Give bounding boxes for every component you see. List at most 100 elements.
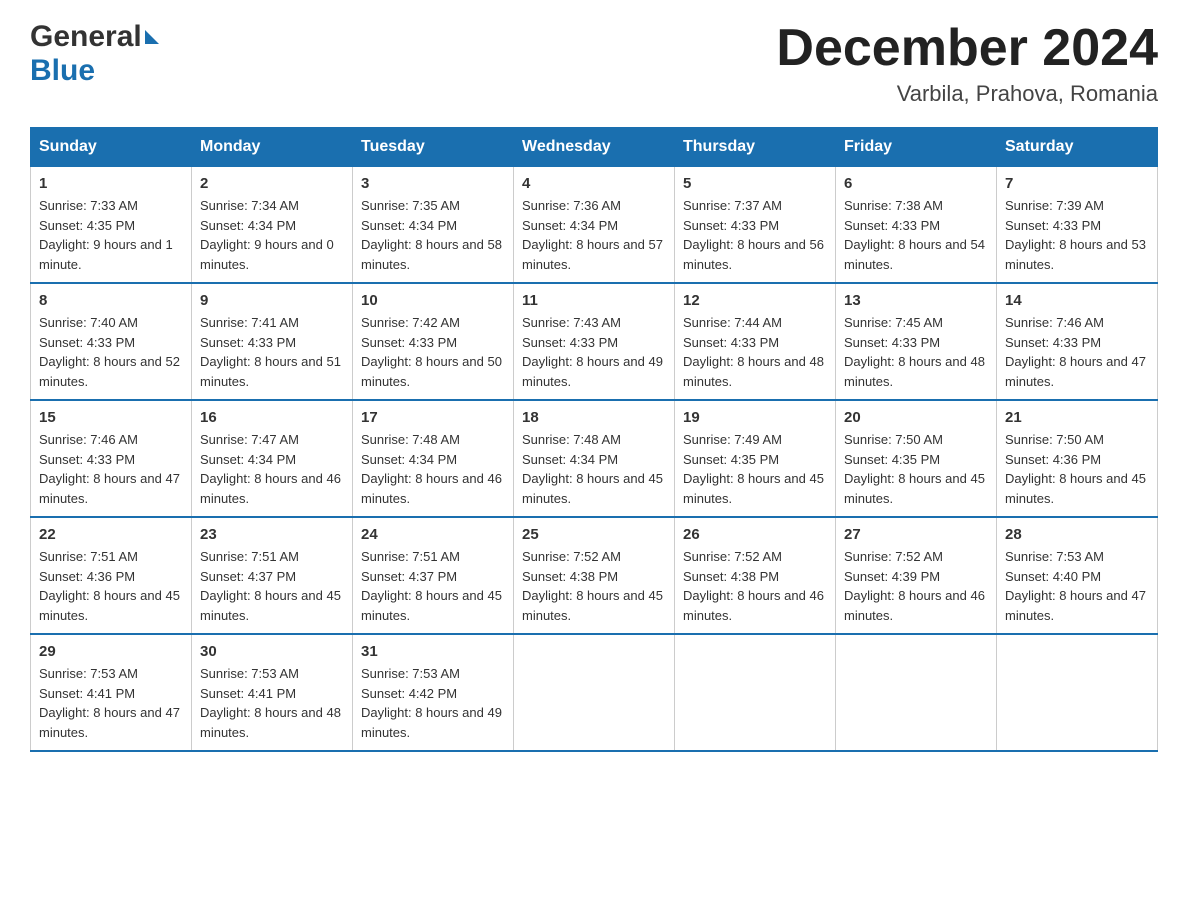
day-info: Sunrise: 7:38 AM Sunset: 4:33 PM Dayligh… [844, 196, 988, 274]
header-row: SundayMondayTuesdayWednesdayThursdayFrid… [31, 128, 1158, 167]
day-number: 7 [1005, 175, 1149, 192]
calendar-table: SundayMondayTuesdayWednesdayThursdayFrid… [30, 127, 1158, 752]
day-cell: 17 Sunrise: 7:48 AM Sunset: 4:34 PM Dayl… [353, 400, 514, 517]
week-row-4: 22 Sunrise: 7:51 AM Sunset: 4:36 PM Dayl… [31, 517, 1158, 634]
week-row-1: 1 Sunrise: 7:33 AM Sunset: 4:35 PM Dayli… [31, 167, 1158, 284]
day-info: Sunrise: 7:48 AM Sunset: 4:34 PM Dayligh… [522, 430, 666, 508]
header-saturday: Saturday [997, 128, 1158, 167]
logo-arrow-icon [145, 30, 159, 44]
week-row-2: 8 Sunrise: 7:40 AM Sunset: 4:33 PM Dayli… [31, 283, 1158, 400]
day-cell: 30 Sunrise: 7:53 AM Sunset: 4:41 PM Dayl… [192, 634, 353, 751]
day-number: 26 [683, 526, 827, 543]
day-info: Sunrise: 7:53 AM Sunset: 4:41 PM Dayligh… [200, 664, 344, 742]
day-info: Sunrise: 7:40 AM Sunset: 4:33 PM Dayligh… [39, 313, 183, 391]
day-cell: 29 Sunrise: 7:53 AM Sunset: 4:41 PM Dayl… [31, 634, 192, 751]
day-info: Sunrise: 7:44 AM Sunset: 4:33 PM Dayligh… [683, 313, 827, 391]
day-info: Sunrise: 7:34 AM Sunset: 4:34 PM Dayligh… [200, 196, 344, 274]
day-number: 25 [522, 526, 666, 543]
day-number: 29 [39, 643, 183, 660]
day-cell: 24 Sunrise: 7:51 AM Sunset: 4:37 PM Dayl… [353, 517, 514, 634]
title-area: December 2024 Varbila, Prahova, Romania [776, 20, 1158, 107]
day-info: Sunrise: 7:46 AM Sunset: 4:33 PM Dayligh… [1005, 313, 1149, 391]
day-number: 31 [361, 643, 505, 660]
day-cell: 3 Sunrise: 7:35 AM Sunset: 4:34 PM Dayli… [353, 167, 514, 284]
day-cell: 7 Sunrise: 7:39 AM Sunset: 4:33 PM Dayli… [997, 167, 1158, 284]
day-cell: 9 Sunrise: 7:41 AM Sunset: 4:33 PM Dayli… [192, 283, 353, 400]
week-row-3: 15 Sunrise: 7:46 AM Sunset: 4:33 PM Dayl… [31, 400, 1158, 517]
day-info: Sunrise: 7:52 AM Sunset: 4:38 PM Dayligh… [522, 547, 666, 625]
day-number: 23 [200, 526, 344, 543]
day-number: 4 [522, 175, 666, 192]
day-info: Sunrise: 7:51 AM Sunset: 4:37 PM Dayligh… [200, 547, 344, 625]
day-info: Sunrise: 7:35 AM Sunset: 4:34 PM Dayligh… [361, 196, 505, 274]
calendar-subtitle: Varbila, Prahova, Romania [776, 81, 1158, 107]
header-wednesday: Wednesday [514, 128, 675, 167]
day-info: Sunrise: 7:39 AM Sunset: 4:33 PM Dayligh… [1005, 196, 1149, 274]
day-cell: 22 Sunrise: 7:51 AM Sunset: 4:36 PM Dayl… [31, 517, 192, 634]
day-info: Sunrise: 7:36 AM Sunset: 4:34 PM Dayligh… [522, 196, 666, 274]
day-cell [836, 634, 997, 751]
day-cell: 21 Sunrise: 7:50 AM Sunset: 4:36 PM Dayl… [997, 400, 1158, 517]
day-number: 12 [683, 292, 827, 309]
day-cell: 1 Sunrise: 7:33 AM Sunset: 4:35 PM Dayli… [31, 167, 192, 284]
day-info: Sunrise: 7:51 AM Sunset: 4:36 PM Dayligh… [39, 547, 183, 625]
day-info: Sunrise: 7:47 AM Sunset: 4:34 PM Dayligh… [200, 430, 344, 508]
day-number: 8 [39, 292, 183, 309]
day-cell: 10 Sunrise: 7:42 AM Sunset: 4:33 PM Dayl… [353, 283, 514, 400]
day-cell: 19 Sunrise: 7:49 AM Sunset: 4:35 PM Dayl… [675, 400, 836, 517]
logo: General Blue [30, 20, 159, 88]
day-cell: 11 Sunrise: 7:43 AM Sunset: 4:33 PM Dayl… [514, 283, 675, 400]
day-cell: 28 Sunrise: 7:53 AM Sunset: 4:40 PM Dayl… [997, 517, 1158, 634]
day-number: 30 [200, 643, 344, 660]
day-number: 18 [522, 409, 666, 426]
header-monday: Monday [192, 128, 353, 167]
day-cell [997, 634, 1158, 751]
day-info: Sunrise: 7:42 AM Sunset: 4:33 PM Dayligh… [361, 313, 505, 391]
day-number: 5 [683, 175, 827, 192]
header: General Blue December 2024 Varbila, Prah… [30, 20, 1158, 107]
day-info: Sunrise: 7:41 AM Sunset: 4:33 PM Dayligh… [200, 313, 344, 391]
day-number: 24 [361, 526, 505, 543]
day-info: Sunrise: 7:51 AM Sunset: 4:37 PM Dayligh… [361, 547, 505, 625]
day-info: Sunrise: 7:53 AM Sunset: 4:42 PM Dayligh… [361, 664, 505, 742]
day-info: Sunrise: 7:49 AM Sunset: 4:35 PM Dayligh… [683, 430, 827, 508]
day-number: 20 [844, 409, 988, 426]
day-cell: 26 Sunrise: 7:52 AM Sunset: 4:38 PM Dayl… [675, 517, 836, 634]
day-number: 19 [683, 409, 827, 426]
day-cell: 25 Sunrise: 7:52 AM Sunset: 4:38 PM Dayl… [514, 517, 675, 634]
calendar-header: SundayMondayTuesdayWednesdayThursdayFrid… [31, 128, 1158, 167]
header-sunday: Sunday [31, 128, 192, 167]
day-info: Sunrise: 7:43 AM Sunset: 4:33 PM Dayligh… [522, 313, 666, 391]
week-row-5: 29 Sunrise: 7:53 AM Sunset: 4:41 PM Dayl… [31, 634, 1158, 751]
day-cell: 14 Sunrise: 7:46 AM Sunset: 4:33 PM Dayl… [997, 283, 1158, 400]
day-number: 14 [1005, 292, 1149, 309]
logo-general: General [30, 20, 142, 54]
day-cell: 16 Sunrise: 7:47 AM Sunset: 4:34 PM Dayl… [192, 400, 353, 517]
day-number: 9 [200, 292, 344, 309]
day-info: Sunrise: 7:46 AM Sunset: 4:33 PM Dayligh… [39, 430, 183, 508]
day-number: 10 [361, 292, 505, 309]
day-cell: 2 Sunrise: 7:34 AM Sunset: 4:34 PM Dayli… [192, 167, 353, 284]
day-cell [675, 634, 836, 751]
day-cell: 20 Sunrise: 7:50 AM Sunset: 4:35 PM Dayl… [836, 400, 997, 517]
day-info: Sunrise: 7:52 AM Sunset: 4:39 PM Dayligh… [844, 547, 988, 625]
day-info: Sunrise: 7:48 AM Sunset: 4:34 PM Dayligh… [361, 430, 505, 508]
day-cell: 31 Sunrise: 7:53 AM Sunset: 4:42 PM Dayl… [353, 634, 514, 751]
logo-blue: Blue [30, 54, 95, 88]
day-cell: 15 Sunrise: 7:46 AM Sunset: 4:33 PM Dayl… [31, 400, 192, 517]
day-number: 1 [39, 175, 183, 192]
day-number: 11 [522, 292, 666, 309]
day-cell: 4 Sunrise: 7:36 AM Sunset: 4:34 PM Dayli… [514, 167, 675, 284]
day-cell: 12 Sunrise: 7:44 AM Sunset: 4:33 PM Dayl… [675, 283, 836, 400]
day-cell: 8 Sunrise: 7:40 AM Sunset: 4:33 PM Dayli… [31, 283, 192, 400]
day-cell: 18 Sunrise: 7:48 AM Sunset: 4:34 PM Dayl… [514, 400, 675, 517]
header-thursday: Thursday [675, 128, 836, 167]
day-number: 16 [200, 409, 344, 426]
day-number: 27 [844, 526, 988, 543]
day-number: 22 [39, 526, 183, 543]
day-cell: 13 Sunrise: 7:45 AM Sunset: 4:33 PM Dayl… [836, 283, 997, 400]
day-cell: 23 Sunrise: 7:51 AM Sunset: 4:37 PM Dayl… [192, 517, 353, 634]
day-info: Sunrise: 7:45 AM Sunset: 4:33 PM Dayligh… [844, 313, 988, 391]
day-number: 28 [1005, 526, 1149, 543]
day-number: 21 [1005, 409, 1149, 426]
